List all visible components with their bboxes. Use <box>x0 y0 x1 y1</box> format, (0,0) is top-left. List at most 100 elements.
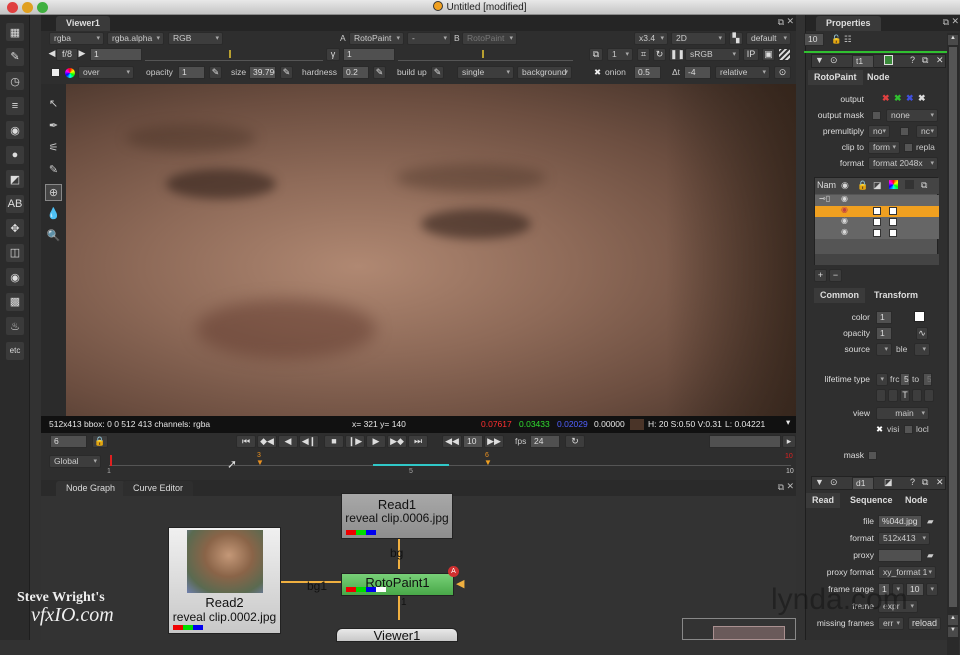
hardness-field[interactable]: 0.2 <box>342 66 369 79</box>
lifetime-settings-icon[interactable]: ⊙ <box>774 66 791 79</box>
clip-warning-icon[interactable]: ⌗ <box>637 48 650 61</box>
display-dropdown[interactable]: RGB <box>168 32 223 45</box>
output-alpha-checkbox[interactable]: ✖ <box>918 93 926 104</box>
roto-node-name-field[interactable]: t1 <box>852 55 874 68</box>
node-color-icon[interactable]: ⊙ <box>830 55 838 66</box>
help-icon[interactable]: ? <box>910 477 915 487</box>
curves-row[interactable]: ◉ <box>815 216 939 228</box>
close-panel-icon[interactable]: ✕ <box>786 481 794 492</box>
timeline-track[interactable] <box>109 465 791 466</box>
frame-range-mode-dropdown[interactable]: Global <box>49 455 101 468</box>
relative-dropdown[interactable]: relative <box>715 66 770 79</box>
lifetime-type-dropdown[interactable] <box>876 373 888 386</box>
pause-icon[interactable]: ❚❚ <box>669 48 685 61</box>
reload-button[interactable]: reload <box>908 617 941 630</box>
clip-to-dropdown[interactable]: form <box>868 141 900 154</box>
prev-frame-button[interactable]: ◀❙ <box>299 435 319 448</box>
scroll-up-icon[interactable]: ▲ <box>948 615 958 625</box>
lifetime-end-button[interactable] <box>912 389 922 402</box>
current-frame-field[interactable]: 6 <box>50 435 87 448</box>
output-mask-checkbox[interactable] <box>872 111 881 120</box>
visible-icon[interactable]: ◉ <box>841 216 848 225</box>
tab-properties[interactable]: Properties <box>816 16 881 31</box>
close-panel-icon[interactable]: ✕ <box>951 16 959 27</box>
replace-checkbox[interactable] <box>904 143 913 152</box>
float-icon[interactable]: ⧉ <box>922 477 928 488</box>
gamma-field[interactable]: 1 <box>343 48 395 61</box>
tab-curve-editor[interactable]: Curve Editor <box>123 481 194 496</box>
node-color-swatch[interactable]: ◪ <box>884 477 893 488</box>
lifetime-all-button[interactable] <box>876 389 886 402</box>
last-frame-button[interactable]: ⏭ <box>408 435 428 448</box>
stripes-icon[interactable] <box>778 48 791 61</box>
help-icon[interactable]: ? <box>910 55 915 65</box>
premultiply-dropdown[interactable]: no <box>868 125 890 138</box>
opacity-field[interactable]: 1 <box>876 327 892 340</box>
tab-viewer1[interactable]: Viewer1 <box>56 16 110 31</box>
stroke-mode-dropdown[interactable]: single <box>457 66 514 79</box>
remove-curve-button[interactable]: − <box>829 269 842 282</box>
format-dropdown[interactable]: format 2048x <box>868 157 938 170</box>
colorspace-dropdown[interactable]: sRGB <box>685 48 740 61</box>
fstop-prev-icon[interactable]: ◀ <box>48 48 56 61</box>
keyframe-6-marker[interactable]: ▼ <box>484 458 492 467</box>
other-icon[interactable]: etc <box>6 341 24 360</box>
node-color-icon[interactable]: ⊙ <box>830 477 838 488</box>
keyer-icon[interactable]: ◩ <box>6 170 24 188</box>
skip-back-button[interactable]: ◀◀ <box>442 435 462 448</box>
metadata-icon[interactable]: ▩ <box>6 292 24 311</box>
image-icon[interactable]: ▦ <box>6 23 24 41</box>
tab-read[interactable]: Read <box>806 493 841 508</box>
roi-icon[interactable]: ⧉ <box>589 48 603 61</box>
draw-icon[interactable]: ✎ <box>6 47 24 66</box>
proxy-dropdown[interactable]: 1 <box>607 48 633 61</box>
proxy-field[interactable] <box>878 549 922 562</box>
lock-panels-icon[interactable]: 🔓 <box>831 33 842 46</box>
clear-panels-icon[interactable]: ☷ <box>844 33 852 46</box>
skip-forward-button[interactable]: ▶▶ <box>484 435 504 448</box>
curves-row-selected[interactable]: ◉ <box>815 205 939 217</box>
a-input-dropdown[interactable]: RotoPaint <box>349 32 404 45</box>
curves-scrollbar[interactable] <box>815 254 939 265</box>
channels-dropdown[interactable]: rgba <box>49 32 104 45</box>
play-forward-button[interactable]: ▶ <box>366 435 386 448</box>
max-panels-field[interactable]: 10 <box>804 33 824 46</box>
output-blue-checkbox[interactable]: ✖ <box>906 93 914 104</box>
lifetime-range-button[interactable] <box>924 389 934 402</box>
lifetime-start-field[interactable]: 5 <box>900 373 910 386</box>
minimap-viewport[interactable] <box>713 626 785 640</box>
visible-icon[interactable]: ◉ <box>841 194 848 203</box>
viewer-settings-icon[interactable]: ▚ <box>729 32 743 45</box>
color-field[interactable]: 1 <box>876 311 892 324</box>
output-green-checkbox[interactable]: ✖ <box>894 93 902 104</box>
blur-icon[interactable]: 💧 <box>45 206 62 223</box>
bezier-icon[interactable]: ✒ <box>45 118 62 135</box>
color-swatch[interactable] <box>889 218 897 226</box>
node-read2[interactable]: Read2 reveal clip.0002.jpg <box>168 527 281 634</box>
size-field[interactable]: 39.796 <box>249 66 276 79</box>
time-icon[interactable]: ◷ <box>6 72 24 90</box>
lut-dropdown[interactable]: default <box>746 32 791 45</box>
lock-frame-icon[interactable]: 🔒 <box>92 435 108 448</box>
invert-toggle[interactable] <box>873 218 881 226</box>
properties-scrollbar[interactable]: ▲ ▲ ▼ <box>947 33 959 655</box>
zoom-dropdown[interactable]: x3.4 <box>634 32 668 45</box>
premultiply-channel-dropdown[interactable]: nc <box>916 125 938 138</box>
next-keyframe-button[interactable]: ▶◆ <box>387 435 407 448</box>
3d-icon[interactable]: ◫ <box>6 243 24 262</box>
gain-slider[interactable] <box>145 48 323 61</box>
color-swatch[interactable] <box>51 68 60 77</box>
color-picker-swatch[interactable] <box>914 311 925 322</box>
select-icon[interactable]: ↖ <box>45 96 62 113</box>
tab-sequence[interactable]: Sequence <box>844 493 899 508</box>
invert-checkbox[interactable] <box>900 127 909 136</box>
play-backward-button[interactable]: ◀ <box>278 435 298 448</box>
node-rotopaint1[interactable]: RotoPaint1 A <box>341 566 459 596</box>
viewer-image[interactable] <box>66 84 796 416</box>
lifetime-end-field[interactable]: 5 <box>923 373 932 386</box>
color-swatch[interactable] <box>889 229 897 237</box>
color-wheel-icon[interactable] <box>65 68 75 78</box>
overlay-column-icon[interactable] <box>905 180 914 189</box>
invert-toggle[interactable] <box>873 229 881 237</box>
keyframe-3-marker[interactable]: ▼ <box>256 458 264 467</box>
